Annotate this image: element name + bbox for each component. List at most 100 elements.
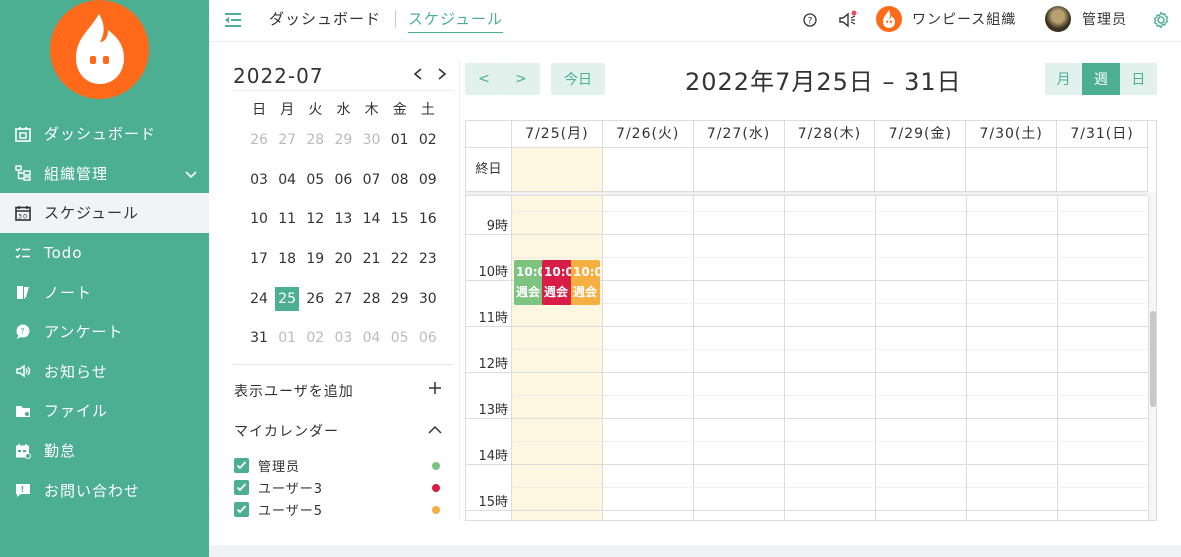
sidebar-item-attendance[interactable]: 勤怠: [0, 431, 209, 471]
mini-day[interactable]: 03: [329, 330, 357, 346]
sidebar-item-inquiry[interactable]: ! お問い合わせ: [0, 470, 209, 510]
app-logo-icon[interactable]: [50, 0, 149, 99]
mini-day[interactable]: 03: [245, 172, 273, 188]
mini-day[interactable]: 04: [358, 330, 386, 346]
allday-cell[interactable]: [875, 148, 967, 191]
menu-collapse-icon[interactable]: [223, 10, 243, 30]
mini-day[interactable]: 11: [273, 211, 301, 227]
mini-day[interactable]: 02: [301, 330, 329, 346]
mini-day[interactable]: 15: [386, 211, 414, 227]
day-column[interactable]: [876, 196, 967, 520]
mini-day[interactable]: 07: [358, 172, 386, 188]
mini-day[interactable]: 16: [414, 211, 442, 227]
day-header[interactable]: 7/31(日): [1057, 121, 1148, 147]
mini-day[interactable]: 04: [273, 172, 301, 188]
day-column[interactable]: [1058, 196, 1149, 520]
mini-day[interactable]: 24: [245, 291, 273, 307]
day-header[interactable]: 7/30(土): [966, 121, 1058, 147]
mini-day[interactable]: 17: [245, 251, 273, 267]
user-name[interactable]: 管理员: [1082, 9, 1127, 29]
mini-day[interactable]: 22: [386, 251, 414, 267]
event-card[interactable]: 10:00 週会: [542, 260, 572, 305]
mini-day[interactable]: 28: [358, 291, 386, 307]
day-header[interactable]: 7/29(金): [875, 121, 967, 147]
mini-day[interactable]: 20: [329, 251, 357, 267]
day-column[interactable]: [603, 196, 694, 520]
allday-cell[interactable]: [694, 148, 785, 191]
add-user-label[interactable]: 表示ユーザを追加: [234, 381, 354, 401]
mini-day[interactable]: 02: [414, 132, 442, 148]
mini-day[interactable]: 27: [273, 132, 301, 148]
mini-next-month-icon[interactable]: [436, 66, 448, 85]
mini-day[interactable]: 05: [386, 330, 414, 346]
day-header[interactable]: 7/25(月): [512, 121, 603, 147]
calendar-item[interactable]: 管理员: [234, 456, 300, 475]
day-header[interactable]: 7/27(水): [694, 121, 785, 147]
allday-cell[interactable]: [785, 148, 876, 191]
calendar-item[interactable]: ユーザー5: [234, 500, 323, 519]
chevron-down-icon[interactable]: [185, 166, 197, 184]
sidebar-item-survey[interactable]: ? アンケート: [0, 312, 209, 352]
mini-day[interactable]: 31: [245, 330, 273, 346]
day-header[interactable]: 7/26(火): [603, 121, 694, 147]
org-avatar[interactable]: [876, 6, 902, 32]
mini-day[interactable]: 09: [414, 172, 442, 188]
mini-prev-month-icon[interactable]: [412, 66, 424, 85]
my-calendar-label[interactable]: マイカレンダー: [234, 421, 339, 441]
mini-day[interactable]: 28: [301, 132, 329, 148]
notification-speaker-icon[interactable]: [837, 10, 857, 30]
mini-day[interactable]: 23: [414, 251, 442, 267]
prev-week-button[interactable]: <: [465, 63, 503, 95]
breadcrumb-dashboard[interactable]: ダッシュボード: [269, 8, 381, 29]
day-column[interactable]: [785, 196, 876, 520]
day-column-today[interactable]: [512, 196, 603, 520]
mini-day[interactable]: 21: [358, 251, 386, 267]
event-card[interactable]: 10:00 週会: [571, 260, 600, 305]
mini-day[interactable]: 12: [301, 211, 329, 227]
allday-cell[interactable]: [603, 148, 694, 191]
add-user-plus-icon[interactable]: [428, 379, 442, 400]
mini-day-today[interactable]: 25: [273, 286, 301, 311]
mini-day[interactable]: 14: [358, 211, 386, 227]
view-day-button[interactable]: 日: [1119, 63, 1157, 95]
sidebar-item-org[interactable]: 組織管理: [0, 154, 209, 194]
mini-day[interactable]: 26: [301, 291, 329, 307]
mini-day[interactable]: 01: [386, 132, 414, 148]
sidebar-item-notice[interactable]: お知らせ: [0, 352, 209, 392]
sidebar-item-dashboard[interactable]: ダッシュボード: [0, 114, 209, 154]
checkbox-checked-icon[interactable]: [234, 479, 249, 495]
mini-day[interactable]: 01: [273, 330, 301, 346]
mini-day[interactable]: 18: [273, 251, 301, 267]
mini-day[interactable]: 29: [329, 132, 357, 148]
checkbox-checked-icon[interactable]: [234, 501, 249, 517]
mini-day[interactable]: 06: [329, 172, 357, 188]
mini-day[interactable]: 26: [245, 132, 273, 148]
allday-cell[interactable]: [966, 148, 1058, 191]
mini-day[interactable]: 13: [329, 211, 357, 227]
mini-day[interactable]: 29: [386, 291, 414, 307]
mini-day[interactable]: 08: [386, 172, 414, 188]
chevron-up-icon[interactable]: [428, 421, 442, 442]
mini-day[interactable]: 05: [301, 172, 329, 188]
sidebar-item-file[interactable]: ファイル: [0, 391, 209, 431]
gear-icon[interactable]: [1151, 10, 1171, 30]
mini-day[interactable]: 06: [414, 330, 442, 346]
mini-day[interactable]: 19: [301, 251, 329, 267]
breadcrumb-schedule[interactable]: スケジュール: [408, 8, 503, 33]
day-header[interactable]: 7/28(木): [785, 121, 876, 147]
user-avatar[interactable]: [1045, 6, 1071, 32]
calendar-item[interactable]: ユーザー3: [234, 478, 323, 497]
mini-day[interactable]: 10: [245, 211, 273, 227]
today-button[interactable]: 今日: [551, 63, 605, 95]
view-month-button[interactable]: 月: [1045, 63, 1083, 95]
event-card[interactable]: 10:00 週会: [514, 260, 544, 305]
mini-day[interactable]: 30: [358, 132, 386, 148]
sidebar-item-note[interactable]: ノート: [0, 272, 209, 312]
org-name[interactable]: ワンピース組織: [912, 9, 1016, 29]
mini-day[interactable]: 27: [329, 291, 357, 307]
allday-cell[interactable]: [511, 148, 603, 191]
next-week-button[interactable]: >: [502, 63, 540, 95]
sidebar-item-schedule[interactable]: 30 スケジュール: [0, 193, 209, 233]
allday-cell[interactable]: [1057, 148, 1148, 191]
help-icon[interactable]: ?: [800, 10, 820, 30]
